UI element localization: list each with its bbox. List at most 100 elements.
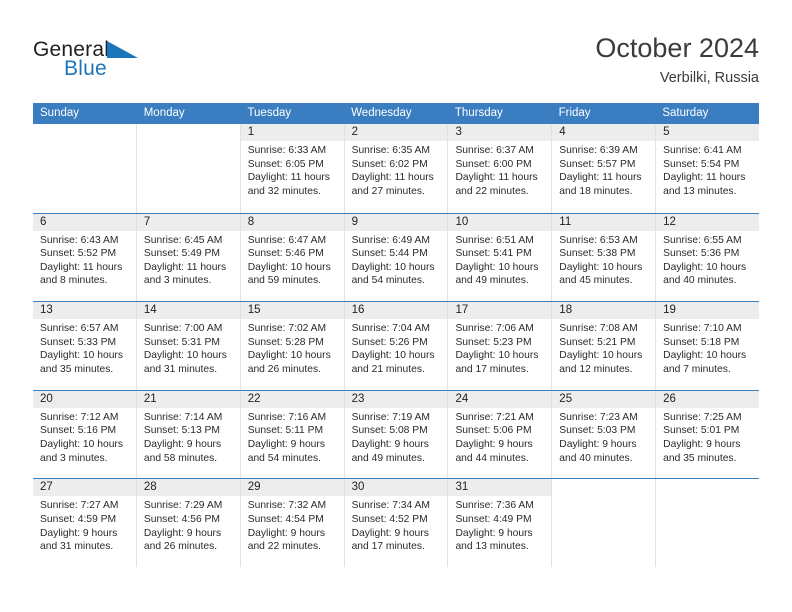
calendar-day-cell[interactable]: 22 Sunrise: 7:16 AM Sunset: 5:11 PM Dayligh…: [240, 390, 345, 479]
sunset-text: Sunset: 5:23 PM: [455, 336, 532, 348]
day-number: 30: [351, 481, 365, 494]
day-number-band: 17: [448, 302, 552, 320]
sunset-text: Sunset: 5:18 PM: [663, 336, 740, 348]
day-details: Sunrise: 7:16 AM Sunset: 5:11 PM Daylight:…: [241, 408, 344, 465]
day-number-band: 31: [448, 479, 552, 497]
calendar-day-cell[interactable]: 24 Sunrise: 7:21 AM Sunset: 5:06 PM Dayligh…: [448, 390, 553, 479]
day-number-band: 11: [552, 213, 656, 231]
calendar-day-cell-empty: [552, 479, 657, 567]
daylight-text: Daylight: 9 hours and 31 minutes.: [40, 527, 118, 553]
day-number: 12: [663, 215, 676, 228]
day-number-band: 26: [656, 390, 760, 408]
calendar-day-cell[interactable]: 10 Sunrise: 6:51 AM Sunset: 5:41 PM Dayligh…: [448, 213, 553, 302]
day-number: 20: [40, 392, 53, 405]
sunrise-text: Sunrise: 6:53 AM: [559, 234, 638, 246]
calendar-week-row: 13 Sunrise: 6:57 AM Sunset: 5:33 PM Dayligh…: [33, 301, 760, 390]
calendar-day-cell[interactable]: 27 Sunrise: 7:27 AM Sunset: 4:59 PM Dayligh…: [33, 479, 137, 567]
weekday-header-saturday: Saturday: [662, 107, 709, 119]
day-details: Sunrise: 6:45 AM Sunset: 5:49 PM Daylight:…: [137, 231, 240, 288]
calendar-day-cell[interactable]: 21 Sunrise: 7:14 AM Sunset: 5:13 PM Dayligh…: [136, 390, 241, 479]
calendar-day-cell[interactable]: 4 Sunrise: 6:39 AM Sunset: 5:57 PM Daylight…: [552, 124, 657, 213]
day-number: 14: [143, 304, 157, 317]
calendar-day-cell[interactable]: 25 Sunrise: 7:23 AM Sunset: 5:03 PM Dayligh…: [552, 390, 657, 479]
day-number: 26: [663, 392, 676, 405]
calendar-day-cell[interactable]: 12 Sunrise: 6:55 AM Sunset: 5:36 PM Dayligh…: [656, 213, 760, 302]
weekday-header-sunday: Sunday: [40, 107, 80, 119]
day-number-band: 1: [240, 124, 344, 141]
calendar-day-cell[interactable]: 18 Sunrise: 7:08 AM Sunset: 5:21 PM Dayligh…: [552, 302, 657, 390]
calendar-week-row: 1 Sunrise: 6:33 AM Sunset: 6:05 PM Daylight…: [33, 124, 760, 213]
day-number: 8: [247, 215, 255, 228]
day-number-band: 8: [240, 213, 344, 231]
calendar-day-cell[interactable]: 23 Sunrise: 7:19 AM Sunset: 5:08 PM Dayligh…: [344, 390, 449, 479]
daylight-text: Daylight: 10 hours and 7 minutes.: [663, 350, 747, 375]
sunset-text: Sunset: 5:08 PM: [351, 425, 428, 437]
day-number: 25: [559, 392, 573, 405]
daylight-text: Daylight: 9 hours and 54 minutes.: [247, 438, 325, 464]
day-details: Sunrise: 7:10 AM Sunset: 5:18 PM Daylight:…: [656, 319, 759, 376]
sunrise-text: Sunrise: 6:51 AM: [455, 234, 534, 246]
calendar-day-cell[interactable]: 11 Sunrise: 6:53 AM Sunset: 5:38 PM Dayligh…: [552, 213, 657, 302]
sunrise-text: Sunrise: 6:35 AM: [351, 145, 430, 156]
calendar-day-cell[interactable]: 5 Sunrise: 6:41 AM Sunset: 5:54 PM Daylight…: [656, 124, 760, 213]
day-number-band: [552, 479, 655, 496]
daylight-text: Daylight: 9 hours and 40 minutes.: [559, 438, 637, 464]
day-number-band: 2: [344, 124, 448, 141]
logo-triangle-icon: [107, 41, 138, 58]
sunrise-text: Sunrise: 7:08 AM: [559, 323, 638, 335]
day-details: Sunrise: 6:57 AM Sunset: 5:33 PM Daylight:…: [33, 319, 136, 376]
calendar-day-cell[interactable]: 28 Sunrise: 7:29 AM Sunset: 4:56 PM Dayligh…: [136, 479, 241, 567]
day-details: Sunrise: 6:55 AM Sunset: 5:36 PM Daylight:…: [656, 231, 759, 288]
daylight-text: Daylight: 9 hours and 49 minutes.: [351, 438, 429, 464]
calendar-day-cell[interactable]: 1 Sunrise: 6:33 AM Sunset: 6:05 PM Daylight…: [240, 124, 345, 213]
calendar-day-cell[interactable]: 19 Sunrise: 7:10 AM Sunset: 5:18 PM Dayligh…: [656, 302, 760, 390]
sunset-text: Sunset: 5:21 PM: [559, 336, 636, 348]
calendar-day-cell[interactable]: 15 Sunrise: 7:02 AM Sunset: 5:28 PM Dayligh…: [240, 302, 345, 390]
page-header: General Blue October 2024 Verbilki, Russ…: [0, 0, 792, 100]
day-number: 29: [247, 481, 261, 494]
day-details: Sunrise: 7:29 AM Sunset: 4:56 PM Daylight:…: [137, 496, 240, 553]
calendar-day-cell[interactable]: 26 Sunrise: 7:25 AM Sunset: 5:01 PM Dayligh…: [656, 390, 760, 479]
sunrise-text: Sunrise: 7:21 AM: [455, 411, 534, 423]
general-blue-logo[interactable]: General Blue: [33, 38, 163, 86]
title-block: October 2024 Verbilki, Russia: [595, 32, 759, 88]
calendar-day-cell[interactable]: 17 Sunrise: 7:06 AM Sunset: 5:23 PM Dayligh…: [448, 302, 553, 390]
sunset-text: Sunset: 5:16 PM: [40, 425, 117, 437]
calendar-day-cell[interactable]: 9 Sunrise: 6:49 AM Sunset: 5:44 PM Daylight…: [344, 213, 449, 302]
day-number: 28: [143, 481, 157, 494]
calendar-day-cell[interactable]: 2 Sunrise: 6:35 AM Sunset: 6:02 PM Daylight…: [344, 124, 449, 213]
day-details: Sunrise: 6:43 AM Sunset: 5:52 PM Daylight:…: [33, 231, 136, 288]
calendar-day-cell[interactable]: 3 Sunrise: 6:37 AM Sunset: 6:00 PM Daylight…: [448, 124, 553, 213]
day-number: 13: [40, 304, 53, 317]
day-details: Sunrise: 7:32 AM Sunset: 4:54 PM Daylight:…: [241, 496, 344, 553]
daylight-text: Daylight: 9 hours and 13 minutes.: [455, 527, 533, 553]
daylight-text: Daylight: 10 hours and 45 minutes.: [559, 261, 643, 287]
sunset-text: Sunset: 5:01 PM: [663, 425, 740, 437]
calendar-day-cell[interactable]: 16 Sunrise: 7:04 AM Sunset: 5:26 PM Dayligh…: [344, 302, 449, 390]
day-number-band: 13: [33, 302, 136, 320]
calendar-day-cell[interactable]: 29 Sunrise: 7:32 AM Sunset: 4:54 PM Dayligh…: [240, 479, 345, 567]
calendar-day-cell[interactable]: 6 Sunrise: 6:43 AM Sunset: 5:52 PM Daylight…: [33, 213, 137, 302]
day-number: 5: [663, 126, 670, 138]
day-number-band: 29: [240, 479, 344, 497]
calendar-day-cell[interactable]: 20 Sunrise: 7:12 AM Sunset: 5:16 PM Dayligh…: [33, 390, 137, 479]
day-number-band: 24: [448, 390, 552, 408]
calendar-day-cell[interactable]: 30 Sunrise: 7:34 AM Sunset: 4:52 PM Dayligh…: [344, 479, 449, 567]
daylight-text: Daylight: 9 hours and 22 minutes.: [247, 527, 325, 553]
day-number-band: 7: [136, 213, 240, 231]
day-number: 23: [351, 392, 365, 405]
day-number: 9: [351, 215, 358, 228]
day-details: Sunrise: 7:34 AM Sunset: 4:52 PM Daylight:…: [345, 496, 448, 553]
calendar-day-cell[interactable]: 8 Sunrise: 6:47 AM Sunset: 5:46 PM Daylight…: [240, 213, 345, 302]
calendar-grid: Sunday Monday Tuesday Wednesday Thursday Frid…: [33, 103, 760, 567]
sunrise-text: Sunrise: 7:14 AM: [143, 411, 223, 423]
day-number: 22: [247, 392, 261, 405]
calendar-day-cell[interactable]: 31 Sunrise: 7:36 AM Sunset: 4:49 PM Dayligh…: [448, 479, 553, 567]
calendar-day-cell[interactable]: 7 Sunrise: 6:45 AM Sunset: 5:49 PM Daylight…: [136, 213, 241, 302]
calendar-day-cell[interactable]: 14 Sunrise: 7:00 AM Sunset: 5:31 PM Dayligh…: [136, 302, 241, 390]
sunset-text: Sunset: 5:54 PM: [663, 158, 740, 170]
calendar-day-cell[interactable]: 13 Sunrise: 6:57 AM Sunset: 5:33 PM Dayligh…: [33, 302, 137, 390]
sunrise-text: Sunrise: 7:27 AM: [40, 500, 119, 512]
page-title: October 2024: [595, 33, 759, 63]
daylight-text: Daylight: 10 hours and 31 minutes.: [143, 350, 227, 375]
